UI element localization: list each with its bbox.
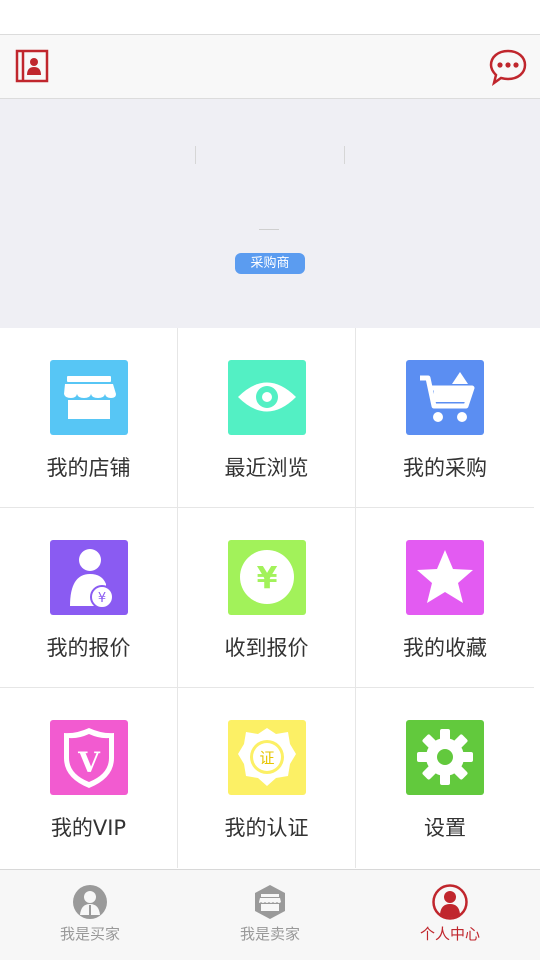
grid-item-my-store[interactable]: 我的店铺 bbox=[0, 328, 178, 508]
vip-shield-icon: V bbox=[50, 720, 128, 795]
profile-center-icon bbox=[432, 884, 468, 920]
grid-item-my-quotes[interactable]: ¥ 我的报价 bbox=[0, 508, 178, 688]
person-quote-icon: ¥ bbox=[50, 540, 128, 615]
name-placeholder-line bbox=[259, 229, 279, 230]
yen-coin-icon: ¥ bbox=[228, 540, 306, 615]
certificate-badge-icon: 证 bbox=[228, 720, 306, 795]
contacts-book-icon[interactable] bbox=[14, 49, 52, 85]
grid-item-label: 我的VIP bbox=[50, 816, 127, 840]
grid-item-settings[interactable]: 设置 bbox=[356, 688, 534, 868]
cart-icon bbox=[406, 360, 484, 435]
store-icon bbox=[50, 360, 128, 435]
svg-text:¥: ¥ bbox=[98, 591, 106, 606]
tab-label: 我是买家 bbox=[59, 925, 120, 943]
tab-label: 个人中心 bbox=[419, 925, 480, 943]
stat-divider bbox=[344, 146, 345, 164]
status-bar bbox=[0, 0, 540, 34]
svg-text:V: V bbox=[77, 746, 101, 779]
grid-item-received-quotes[interactable]: ¥ 收到报价 bbox=[178, 508, 356, 688]
role-badge: 采购商 bbox=[235, 253, 305, 274]
svg-text:证: 证 bbox=[259, 749, 274, 767]
grid-item-label: 我的采购 bbox=[403, 456, 487, 480]
tab-seller[interactable]: 我是卖家 bbox=[180, 870, 360, 960]
star-icon bbox=[406, 540, 484, 615]
grid-item-label: 我的店铺 bbox=[46, 456, 131, 480]
function-grid: 我的店铺 最近浏览 我的采购 ¥ 我的报价 ¥ 收到报价 我的收藏 V 我的VI… bbox=[0, 328, 540, 869]
grid-item-my-certification[interactable]: 证 我的认证 bbox=[178, 688, 356, 868]
svg-text:¥: ¥ bbox=[257, 561, 278, 596]
tab-buyer[interactable]: 我是买家 bbox=[0, 870, 180, 960]
grid-item-label: 我的收藏 bbox=[403, 636, 487, 660]
buyer-person-icon bbox=[72, 884, 108, 920]
stat-divider bbox=[195, 146, 196, 164]
grid-item-my-vip[interactable]: V 我的VIP bbox=[0, 688, 178, 868]
tab-label: 我是卖家 bbox=[239, 925, 300, 943]
gear-icon bbox=[406, 720, 484, 795]
grid-item-label: 收到报价 bbox=[224, 636, 309, 660]
grid-item-my-purchases[interactable]: 我的采购 bbox=[356, 328, 534, 508]
top-bar bbox=[0, 34, 540, 99]
grid-item-my-favorites[interactable]: 我的收藏 bbox=[356, 508, 534, 688]
grid-item-recent-views[interactable]: 最近浏览 bbox=[178, 328, 356, 508]
eye-icon bbox=[228, 360, 306, 435]
message-bubble-icon[interactable] bbox=[488, 47, 528, 87]
bottom-tab-bar: 我是买家 我是卖家 个人中心 bbox=[0, 869, 540, 960]
profile-header: 采购商 bbox=[0, 99, 540, 328]
grid-item-label: 最近浏览 bbox=[224, 456, 309, 480]
grid-item-label: 我的报价 bbox=[46, 636, 131, 660]
grid-item-label: 设置 bbox=[424, 816, 466, 840]
grid-item-label: 我的认证 bbox=[224, 816, 309, 840]
seller-store-icon bbox=[252, 884, 288, 920]
tab-profile-center[interactable]: 个人中心 bbox=[360, 870, 540, 960]
